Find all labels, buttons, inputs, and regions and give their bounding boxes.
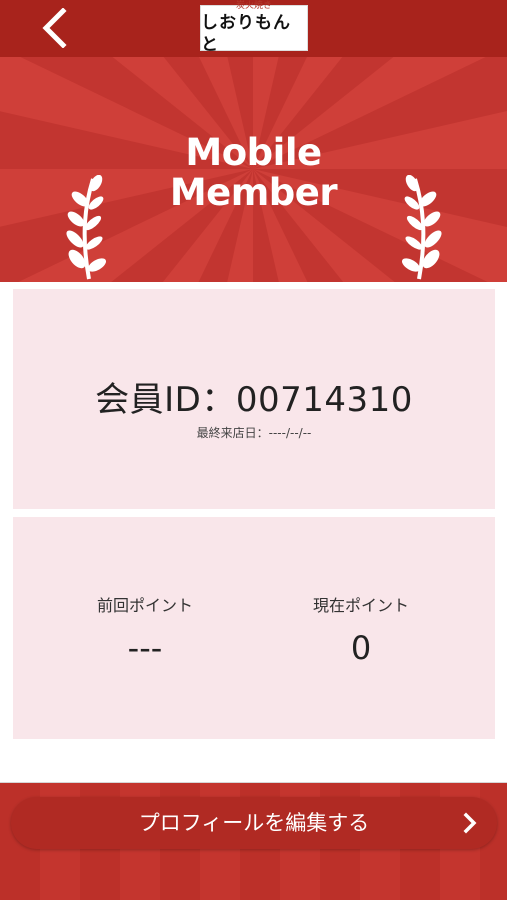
current-points-label: 現在ポイント — [312, 596, 409, 615]
previous-points-label: 前回ポイント — [96, 596, 193, 615]
previous-points-value: --- — [127, 629, 163, 667]
member-id-card: 会員ID：00714310 最終来店日：----/--/-- — [13, 289, 495, 509]
hero-title: Mobile Member — [0, 133, 507, 213]
edit-profile-label: プロフィールを編集する — [138, 811, 370, 835]
points-card: 前回ポイント --- 現在ポイント 0 — [13, 517, 495, 739]
member-id: 会員ID：00714310 — [95, 380, 413, 420]
store-logo: 炭火焼き しおりもんと — [200, 1, 308, 55]
top-bar: 炭火焼き しおりもんと — [0, 0, 507, 57]
chevron-left-icon — [42, 8, 67, 48]
hero-title-line1: Mobile — [185, 131, 322, 174]
logo-title: しおりもんと — [201, 12, 291, 55]
chevron-right-icon — [463, 812, 477, 834]
hero-title-line2: Member — [169, 171, 338, 214]
current-points-value: 0 — [350, 629, 372, 667]
edit-profile-button[interactable]: プロフィールを編集する — [11, 797, 497, 849]
logo-subtitle: 炭火焼き — [235, 0, 272, 11]
last-visit-date: 最終来店日：----/--/-- — [196, 426, 312, 440]
back-button[interactable] — [32, 6, 76, 50]
hero-banner: Mobile Member — [0, 57, 507, 282]
